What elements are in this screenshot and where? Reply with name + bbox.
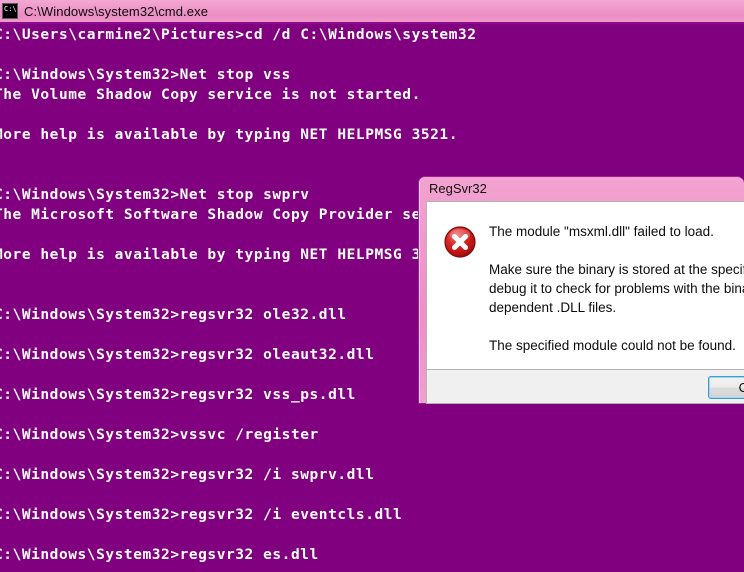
ok-button[interactable]: OK — [708, 376, 744, 399]
console-line: C:\Windows\System32>regsvr32 /i swprv.dl… — [0, 467, 375, 483]
dialog-button-bar: OK — [426, 370, 744, 404]
dialog-text-block: The module "msxml.dll" failed to load. M… — [489, 222, 744, 355]
dialog-title: RegSvr32 — [429, 181, 487, 196]
console-line: C:\Windows\System32>regsvr32 /i eventcls… — [0, 507, 403, 523]
console-line: More help is available by typing NET HEL… — [0, 127, 458, 143]
console-line: C:\Users\carmine2\Pictures>cd /d C:\Wind… — [0, 27, 477, 43]
dialog-message-line-4: dependent .DLL files. — [489, 300, 617, 315]
console-titlebar[interactable]: C:\ C:\Windows\system32\cmd.exe — [0, 0, 744, 24]
cmd-icon[interactable]: C:\ — [2, 3, 18, 19]
console-line: The Volume Shadow Copy service is not st… — [0, 87, 421, 103]
dialog-titlebar[interactable]: RegSvr32 — [418, 176, 744, 201]
console-window-title: C:\Windows\system32\cmd.exe — [24, 3, 209, 19]
dialog-message-line-5: The specified module could not be found. — [489, 338, 736, 353]
console-line: C:\Windows\System32>Net stop vss — [0, 67, 291, 83]
error-icon — [444, 226, 476, 258]
console-line: C:\Windows\System32>vssvc /register — [0, 427, 319, 443]
dialog-message-line-2: Make sure the binary is stored at the sp… — [489, 262, 744, 277]
console-line: C:\Windows\System32>regsvr32 es.dll — [0, 547, 319, 563]
dialog-message-line-1: The module "msxml.dll" failed to load. — [489, 224, 714, 239]
dialog-message-body: The module "msxml.dll" failed to load. M… — [426, 201, 744, 370]
dialog-message-line-3: debug it to check for problems with the … — [489, 281, 744, 296]
regsvr32-error-dialog: RegSvr32 The module "msxml.dll" failed t… — [418, 176, 744, 404]
